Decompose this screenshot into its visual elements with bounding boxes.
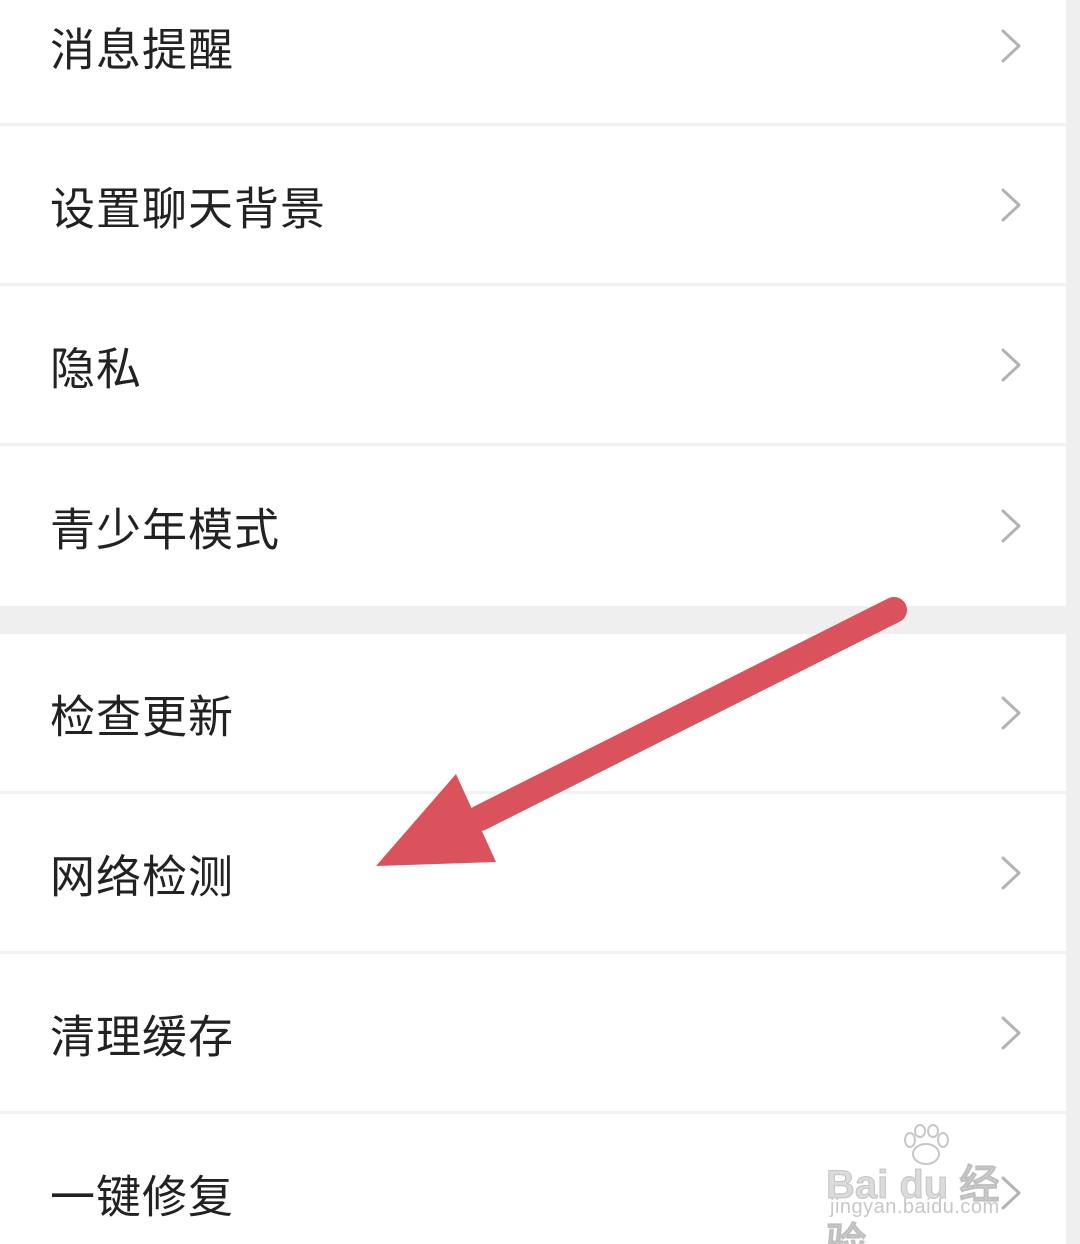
settings-group-general: 消息提醒 设置聊天背景 隐私 青少年模式	[0, 0, 1066, 606]
settings-item-check-update[interactable]: 检查更新	[0, 634, 1066, 794]
chevron-right-icon	[1000, 855, 1022, 891]
settings-item-youth-mode[interactable]: 青少年模式	[0, 446, 1066, 606]
settings-group-maintenance: 检查更新 网络检测 清理缓存 一键修复	[0, 634, 1066, 1244]
chevron-right-icon	[1000, 347, 1022, 383]
settings-item-message-reminder[interactable]: 消息提醒	[0, 0, 1066, 126]
chevron-right-icon	[1000, 1015, 1022, 1051]
settings-item-label: 设置聊天背景	[50, 182, 327, 235]
settings-item-label: 清理缓存	[50, 1010, 235, 1063]
settings-item-label: 消息提醒	[50, 23, 235, 77]
settings-item-label: 青少年模式	[50, 503, 281, 557]
settings-item-label: 网络检测	[50, 850, 235, 903]
chevron-right-icon	[1000, 187, 1022, 223]
settings-item-label: 隐私	[50, 342, 143, 395]
chevron-right-icon	[1000, 695, 1022, 731]
settings-item-chat-background[interactable]: 设置聊天背景	[0, 126, 1066, 286]
chevron-right-icon	[1000, 28, 1022, 64]
settings-item-network-test[interactable]: 网络检测	[0, 794, 1066, 954]
settings-screen: 消息提醒 设置聊天背景 隐私 青少年模式 检查更新 网络检测 清理缓存 一键修复…	[0, 0, 1080, 1244]
settings-item-label: 一键修复	[50, 1170, 235, 1223]
settings-item-label: 检查更新	[50, 690, 235, 743]
chevron-right-icon	[1000, 508, 1022, 544]
chevron-right-icon	[1000, 1175, 1022, 1211]
settings-item-clear-cache[interactable]: 清理缓存	[0, 954, 1066, 1114]
settings-item-one-click-repair[interactable]: 一键修复	[0, 1114, 1066, 1244]
settings-item-privacy[interactable]: 隐私	[0, 286, 1066, 446]
section-divider	[0, 606, 1066, 634]
scroll-edge	[1066, 0, 1080, 1244]
